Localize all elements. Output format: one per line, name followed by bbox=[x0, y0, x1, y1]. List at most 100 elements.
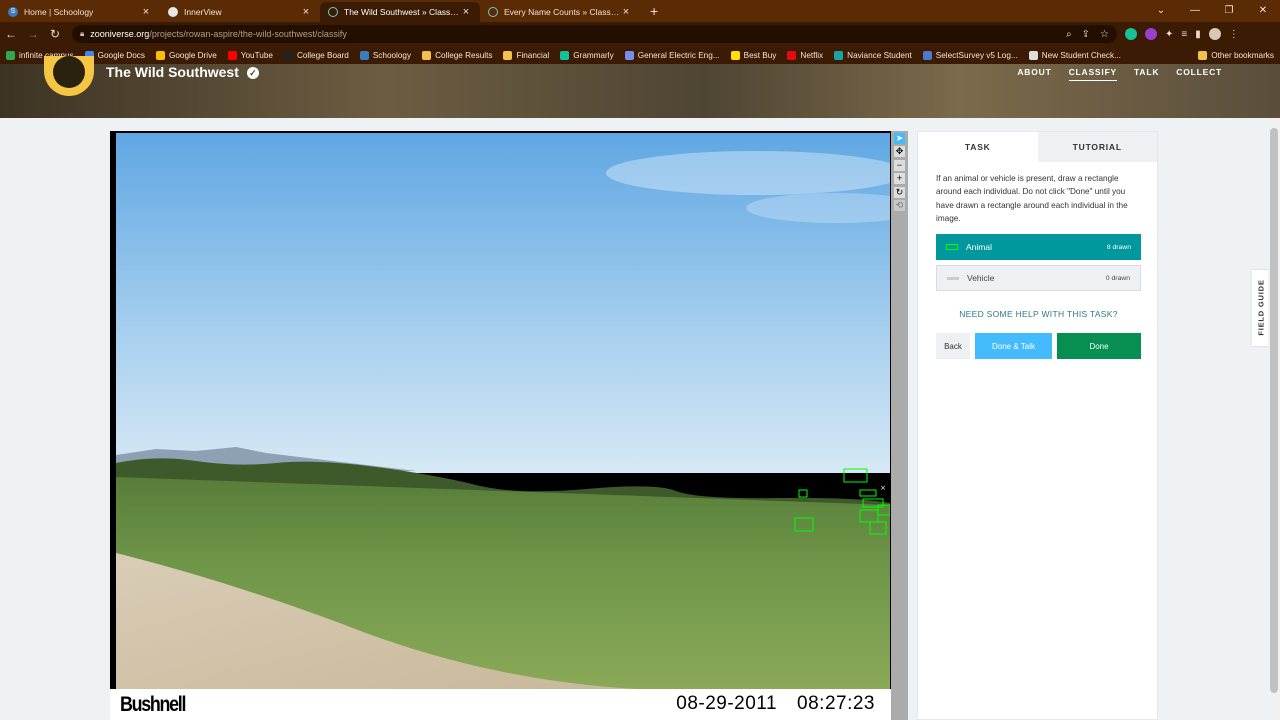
reload-icon[interactable]: ↻ bbox=[44, 27, 66, 41]
move-tool-icon[interactable]: ✥ bbox=[894, 146, 905, 157]
scrollbar-thumb[interactable] bbox=[1270, 128, 1278, 693]
browser-tab-strip: S Home | Schoology × InnerView × The Wil… bbox=[0, 0, 1280, 22]
field-guide-label: FIELD GUIDE bbox=[1256, 279, 1266, 336]
subject-viewer[interactable]: × Bushnell 08-29-2011 08:27:23 bbox=[110, 131, 891, 720]
image-toolbar: ➤ ✥ − + ↻ ⟲ bbox=[891, 131, 908, 720]
address-bar[interactable]: 🔒︎ zooniverse.org /projects/rowan-aspire… bbox=[72, 25, 1117, 43]
reading-list-icon[interactable]: ≡ bbox=[1181, 29, 1187, 40]
zooniverse-icon bbox=[488, 7, 498, 17]
bookmark-item[interactable]: Grammarly bbox=[560, 50, 614, 60]
bookmark-item[interactable]: Naviance Student bbox=[834, 50, 912, 60]
forward-arrow-icon[interactable]: → bbox=[22, 27, 44, 41]
close-icon[interactable]: × bbox=[140, 6, 152, 18]
bookmark-item[interactable]: Netflix bbox=[787, 50, 823, 60]
tab-search-icon[interactable]: ⌄ bbox=[1144, 0, 1178, 22]
nav-collect[interactable]: COLLECT bbox=[1176, 67, 1222, 81]
trail-camera-photo[interactable]: × bbox=[116, 133, 890, 689]
browser-tab-schoology[interactable]: S Home | Schoology × bbox=[0, 2, 160, 22]
zoom-in-icon[interactable]: + bbox=[894, 173, 905, 184]
bookmark-item[interactable]: New Student Check... bbox=[1028, 50, 1121, 60]
bookmark-item[interactable]: Financial bbox=[503, 50, 549, 60]
nav-classify[interactable]: CLASSIFY bbox=[1068, 67, 1118, 81]
choice-count: 0 drawn bbox=[1105, 274, 1130, 282]
bookmark-icon bbox=[560, 50, 570, 60]
tab-tutorial[interactable]: TUTORIAL bbox=[1037, 132, 1157, 162]
bookmark-label: Schoology bbox=[372, 50, 412, 60]
pointer-tool-icon[interactable]: ➤ bbox=[894, 133, 905, 144]
minimize-button[interactable]: — bbox=[1178, 0, 1212, 22]
bookmark-item[interactable]: Best Buy bbox=[730, 50, 776, 60]
browser-tab-innerview[interactable]: InnerView × bbox=[160, 2, 320, 22]
tab-task[interactable]: TASK bbox=[918, 132, 1038, 162]
url-path: /projects/rowan-aspire/the-wild-southwes… bbox=[149, 29, 347, 39]
lock-icon: 🔒︎ bbox=[80, 29, 85, 38]
task-help-link[interactable]: NEED SOME HELP WITH THIS TASK? bbox=[918, 309, 1159, 319]
bookmark-item[interactable]: Google Drive bbox=[155, 50, 217, 60]
done-button[interactable]: Done bbox=[1057, 333, 1141, 359]
nav-about[interactable]: ABOUT bbox=[1017, 67, 1051, 81]
bookmark-label: YouTube bbox=[240, 50, 273, 60]
project-nav: ABOUT CLASSIFY TALK COLLECT bbox=[1017, 67, 1222, 81]
star-icon[interactable]: ☆ bbox=[1100, 29, 1109, 40]
zoom-icon[interactable]: ⌕ bbox=[1066, 29, 1072, 40]
close-icon[interactable]: × bbox=[460, 6, 472, 18]
puzzle-icon[interactable]: ✦ bbox=[1165, 29, 1173, 40]
tab-title: Every Name Counts » Classify — bbox=[504, 7, 620, 17]
bookmark-label: New Student Check... bbox=[1041, 50, 1121, 60]
other-bookmarks[interactable]: Other bookmarks bbox=[1198, 50, 1274, 60]
innerview-icon bbox=[168, 7, 178, 17]
new-tab-button[interactable]: + bbox=[640, 2, 668, 22]
back-arrow-icon[interactable]: ← bbox=[0, 27, 22, 41]
task-instructions: If an animal or vehicle is present, draw… bbox=[936, 174, 1128, 223]
bookmark-icon bbox=[6, 50, 15, 60]
annotation-box[interactable] bbox=[798, 489, 808, 498]
tab-title: The Wild Southwest » Classify — bbox=[344, 7, 460, 17]
reset-icon[interactable]: ⟲ bbox=[894, 200, 905, 211]
zooniverse-icon bbox=[328, 7, 338, 17]
browser-tab-wild-southwest[interactable]: The Wild Southwest » Classify — × bbox=[320, 2, 480, 22]
extension-icon[interactable] bbox=[1145, 28, 1157, 40]
choice-animal[interactable]: Animal 8 drawn bbox=[936, 234, 1141, 260]
close-window-button[interactable]: ✕ bbox=[1246, 0, 1280, 22]
done-and-talk-button[interactable]: Done & Talk bbox=[975, 333, 1052, 359]
choice-vehicle[interactable]: Vehicle 0 drawn bbox=[936, 265, 1141, 291]
nav-talk[interactable]: TALK bbox=[1134, 67, 1159, 81]
capture-time: 08:27:23 bbox=[797, 693, 875, 714]
tab-title: Home | Schoology bbox=[24, 7, 94, 17]
bookmark-label: General Electric Eng... bbox=[637, 50, 720, 60]
choice-label: Vehicle bbox=[967, 273, 995, 283]
bookmark-label: College Results bbox=[435, 50, 493, 60]
bookmark-item[interactable]: College Results bbox=[422, 50, 493, 60]
back-button[interactable]: Back bbox=[936, 333, 970, 359]
bookmark-item[interactable]: YouTube bbox=[227, 50, 273, 60]
rotate-icon[interactable]: ↻ bbox=[894, 187, 905, 198]
bookmark-icon bbox=[283, 50, 293, 60]
bookmark-icon bbox=[730, 50, 740, 60]
side-panel-icon[interactable]: ▮ bbox=[1195, 29, 1201, 40]
bookmark-icon bbox=[155, 50, 165, 60]
project-logo[interactable] bbox=[44, 56, 94, 96]
svg-text:×: × bbox=[880, 484, 886, 492]
avatar[interactable] bbox=[1208, 28, 1221, 40]
browser-toolbar: ← → ↻ 🔒︎ zooniverse.org /projects/rowan-… bbox=[0, 22, 1280, 46]
close-icon[interactable]: × bbox=[620, 6, 632, 18]
grammarly-extension-icon[interactable] bbox=[1125, 28, 1137, 40]
bookmark-icon bbox=[834, 50, 844, 60]
close-icon[interactable]: × bbox=[300, 6, 312, 18]
bookmark-item[interactable]: SelectSurvey v5 Log... bbox=[922, 50, 1018, 60]
bookmark-label: Grammarly bbox=[573, 50, 614, 60]
bookmark-item[interactable]: General Electric Eng... bbox=[624, 50, 720, 60]
browser-tab-every-name-counts[interactable]: Every Name Counts » Classify — × bbox=[480, 2, 640, 22]
page-scrollbar[interactable] bbox=[1268, 118, 1280, 720]
camera-info-stamp: Bushnell 08-29-2011 08:27:23 bbox=[110, 689, 891, 720]
project-title[interactable]: The Wild Southwest ✓ bbox=[106, 64, 259, 80]
menu-icon[interactable]: ⋮ bbox=[1229, 29, 1239, 40]
restore-button[interactable]: ❐ bbox=[1212, 0, 1246, 22]
zoom-out-icon[interactable]: − bbox=[894, 160, 905, 171]
bookmark-item[interactable]: Schoology bbox=[359, 50, 412, 60]
camera-brand: Bushnell bbox=[120, 693, 186, 716]
bookmark-icon bbox=[1028, 50, 1038, 60]
annotation-box[interactable] bbox=[859, 489, 877, 497]
bookmark-item[interactable]: College Board bbox=[283, 50, 349, 60]
share-icon[interactable]: ⇪ bbox=[1082, 29, 1090, 40]
